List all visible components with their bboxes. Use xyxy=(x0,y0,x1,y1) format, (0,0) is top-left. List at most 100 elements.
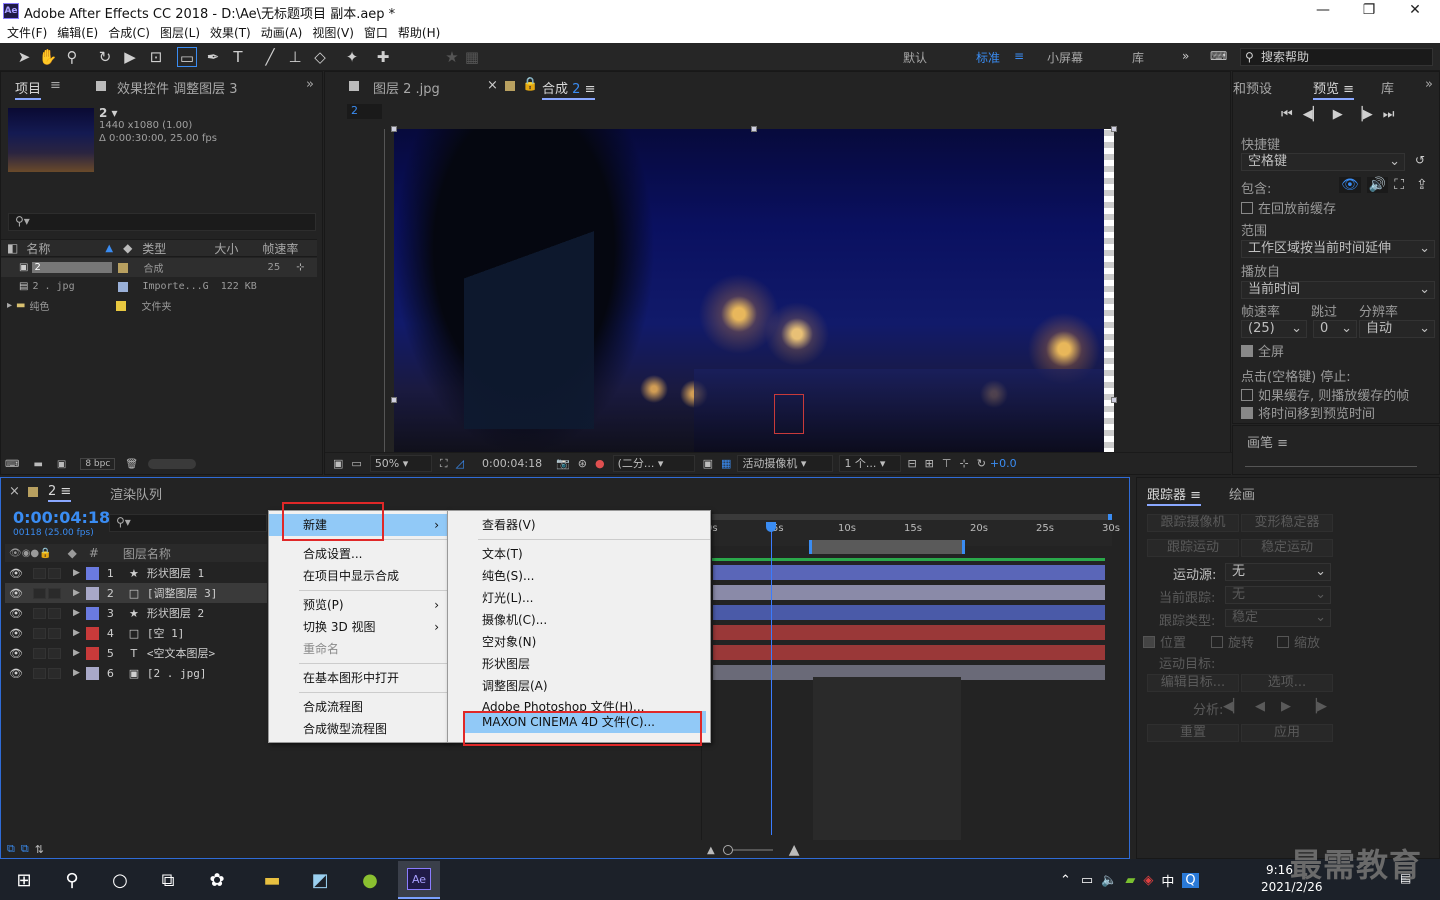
submenu-item-shape-layer[interactable]: 形状图层 xyxy=(448,653,710,675)
brush-tool-icon[interactable]: ╱ xyxy=(260,47,280,67)
lock-toggle[interactable] xyxy=(47,567,61,579)
col-size[interactable]: 大小 xyxy=(214,240,238,257)
tab-brushes[interactable]: 画笔 ≡ xyxy=(1247,432,1288,451)
menu-composition[interactable]: 合成(C) xyxy=(108,23,150,43)
submenu-item-solid[interactable]: 纯色(S)... xyxy=(448,565,710,587)
play-from-dropdown[interactable]: 当前时间 ⌄ xyxy=(1241,281,1435,299)
skip-dropdown[interactable]: 0 ⌄ xyxy=(1313,320,1357,338)
menu-view[interactable]: 视图(V) xyxy=(312,23,354,43)
menu-layer[interactable]: 图层(L) xyxy=(160,23,200,43)
submenu-item-viewer[interactable]: 查看器(V) xyxy=(448,514,710,536)
warp-stabilizer-button[interactable]: 变形稳定器 xyxy=(1241,514,1333,532)
lock-icon[interactable]: 🔒 xyxy=(522,77,538,92)
first-frame-icon[interactable]: ⏮ xyxy=(1281,107,1293,122)
reset-exposure-icon[interactable]: ↻ xyxy=(977,457,986,470)
workspace-small-screen[interactable]: 小屏幕 xyxy=(1047,49,1083,66)
task-view-icon[interactable]: ⧉ xyxy=(153,865,183,895)
toggle-timing-icon[interactable]: ⇅ xyxy=(35,843,44,856)
layer-name[interactable]: [调整图层 3] xyxy=(147,585,218,601)
fullscreen-option[interactable]: 全屏 xyxy=(1241,341,1284,360)
layer-row[interactable]: 👁 ▶ 1 ★ 形状图层 1 xyxy=(5,563,267,583)
lock-toggle[interactable] xyxy=(47,627,61,639)
next-frame-icon[interactable]: ▕▶ xyxy=(1353,107,1373,122)
menu-item-preview[interactable]: 预览(P) › xyxy=(269,594,447,616)
windows-start-icon[interactable]: ⊞ xyxy=(9,865,39,895)
fit-icon[interactable]: ⛶ xyxy=(440,457,448,471)
lock-toggle[interactable] xyxy=(47,667,61,679)
pen-tool-icon[interactable]: ✒ xyxy=(203,47,223,67)
analyze-next-icon[interactable]: ▕▶ xyxy=(1307,699,1327,714)
lock-toggle[interactable] xyxy=(47,647,61,659)
workspace-libraries[interactable]: 库 xyxy=(1132,49,1144,66)
solo-toggle[interactable] xyxy=(32,627,46,639)
ime-indicator[interactable]: 中 xyxy=(1161,871,1174,890)
menu-item-comp-settings[interactable]: 合成设置... xyxy=(269,543,447,565)
analyze-forward-icon[interactable]: ▶ xyxy=(1281,699,1291,714)
eye-icon[interactable]: 👁 xyxy=(9,607,23,620)
clone-stamp-icon[interactable]: ⊥ xyxy=(285,47,305,67)
shortcut-dropdown[interactable]: 空格键 ⌄ xyxy=(1241,153,1405,171)
tab-paint[interactable]: 绘画 xyxy=(1229,484,1255,503)
solo-toggle[interactable] xyxy=(32,647,46,659)
always-preview-icon[interactable]: ▣ xyxy=(333,457,343,470)
stabilize-motion-button[interactable]: 稳定运动 xyxy=(1241,539,1333,557)
cortana-icon[interactable]: ○ xyxy=(105,865,135,895)
move-time-option[interactable]: 将时间移到预览时间 xyxy=(1241,403,1375,422)
layer-row[interactable]: 👁 ▶ 6 ▣ [2 . jpg] xyxy=(5,663,267,683)
snapping-toggle-icon[interactable]: ▦ xyxy=(462,47,482,67)
hand-tool-icon[interactable]: ✋ xyxy=(38,47,58,67)
puppet-pin-icon[interactable]: ✚ xyxy=(373,47,393,67)
layer-label-swatch[interactable] xyxy=(85,666,99,680)
current-track-dropdown[interactable]: 无 ⌄ xyxy=(1225,586,1331,604)
panel-overflow-icon[interactable]: » xyxy=(306,77,314,92)
layer-row[interactable]: 👁 ▶ 3 ★ 形状图层 2 xyxy=(5,603,267,623)
menu-window[interactable]: 窗口 xyxy=(364,23,388,43)
taskbar-search-icon[interactable]: ⚲ xyxy=(57,865,87,895)
sort-ascending-icon[interactable]: ▲ xyxy=(105,243,113,254)
lock-toggle[interactable] xyxy=(47,587,61,599)
solo-toggle[interactable] xyxy=(32,567,46,579)
transform-handle[interactable] xyxy=(751,126,757,132)
cache-before-option[interactable]: 在回放前缓存 xyxy=(1241,198,1336,217)
work-area-bar[interactable] xyxy=(809,540,965,554)
layer-label-swatch[interactable] xyxy=(85,606,99,620)
tab-libraries[interactable]: 库 xyxy=(1381,78,1394,97)
layer-name-col[interactable]: 图层名称 xyxy=(123,545,171,562)
after-effects-taskbar-button[interactable]: Ae xyxy=(398,861,440,899)
zoom-dropdown[interactable]: 50% ▾ xyxy=(369,455,432,472)
layer-name[interactable]: [2 . jpg] xyxy=(147,667,207,680)
thumbnail-slider[interactable] xyxy=(148,459,197,469)
tab-composition[interactable]: 合成 2 ≡ xyxy=(542,78,596,100)
toggle-switches-icon[interactable]: ⧉ xyxy=(7,842,15,856)
exposure-value[interactable]: +0.0 xyxy=(990,457,1017,470)
tab-effect-controls[interactable]: 效果控件 调整图层 3 xyxy=(117,78,238,97)
transform-handle[interactable] xyxy=(391,397,397,403)
eraser-tool-icon[interactable]: ◇ xyxy=(310,47,330,67)
transform-handle[interactable] xyxy=(391,126,397,132)
reset-button[interactable]: 重置 xyxy=(1147,724,1239,742)
range-dropdown[interactable]: 工作区域按当前时间延伸 ⌄ xyxy=(1241,240,1435,258)
timeline-icon[interactable]: ⊤ xyxy=(942,457,952,470)
layer-label-swatch[interactable] xyxy=(85,646,99,660)
eye-icon[interactable]: 👁 xyxy=(9,587,23,600)
transparency-grid-icon[interactable]: ▦ xyxy=(721,457,731,470)
last-frame-icon[interactable]: ⏭ xyxy=(1383,107,1395,122)
layer-name[interactable]: [空 1] xyxy=(147,625,185,641)
current-time-display[interactable]: 0:00:04:18 xyxy=(13,508,110,527)
eye-icon[interactable]: 👁 xyxy=(9,647,23,660)
fps-dropdown[interactable]: (25) ⌄ xyxy=(1241,320,1307,338)
submenu-item-photoshop-file[interactable]: Adobe Photoshop 文件(H)... xyxy=(448,697,710,711)
tab-render-queue[interactable]: 渲染队列 xyxy=(110,484,162,503)
expand-arrow-icon[interactable]: ▸ xyxy=(7,300,12,311)
submenu-item-text[interactable]: 文本(T) xyxy=(448,543,710,565)
snapshot-icon[interactable]: 📷 xyxy=(556,457,570,470)
eye-icon[interactable]: 👁 xyxy=(9,567,23,580)
bpc-badge[interactable]: 8 bpc xyxy=(80,458,116,470)
layer-search-input[interactable]: ⚲▾ xyxy=(109,514,267,532)
minimize-icon[interactable]: — xyxy=(1308,2,1338,18)
menu-item-reveal-in-project[interactable]: 在项目中显示合成 xyxy=(269,565,447,587)
eye-icon[interactable]: 👁 xyxy=(9,667,23,680)
menu-item-switch-3d-view[interactable]: 切换 3D 视图 › xyxy=(269,616,447,638)
flowchart-icon[interactable]: ⊹ xyxy=(296,262,304,273)
col-type[interactable]: 类型 xyxy=(142,240,166,257)
